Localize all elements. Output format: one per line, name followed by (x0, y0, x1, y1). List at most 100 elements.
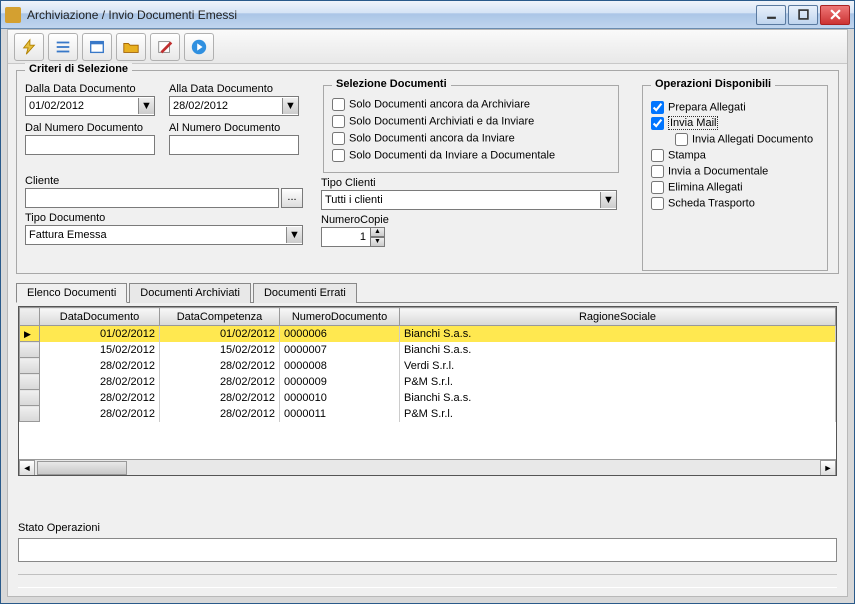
cell-ragione: Bianchi S.a.s. (400, 390, 836, 406)
tipo-documento-select[interactable]: Fattura Emessa ▼ (25, 225, 303, 245)
row-header[interactable] (20, 390, 40, 406)
toolbar-edit-icon[interactable] (150, 33, 180, 61)
cell-ragione: Bianchi S.a.s. (400, 326, 836, 342)
table-row[interactable]: 28/02/201228/02/20120000009P&M S.r.l. (20, 374, 836, 390)
cell-num-doc: 0000008 (280, 358, 400, 374)
chk-invia-allegati-doc[interactable]: Invia Allegati Documento (675, 133, 819, 146)
documents-grid[interactable]: DataDocumento DataCompetenza NumeroDocum… (18, 306, 837, 476)
row-header[interactable] (20, 342, 40, 358)
stato-operazioni-box (18, 538, 837, 562)
dropdown-icon[interactable]: ▼ (600, 192, 616, 208)
numero-copie-spinner[interactable]: ▲▼ (321, 227, 621, 247)
row-header[interactable] (20, 374, 40, 390)
scroll-thumb[interactable] (37, 461, 127, 475)
close-button[interactable] (820, 5, 850, 25)
scroll-left-icon[interactable]: ◄ (19, 460, 35, 476)
cell-data-doc: 28/02/2012 (40, 406, 160, 422)
app-icon (5, 7, 21, 23)
table-row[interactable]: 15/02/201215/02/20120000007Bianchi S.a.s… (20, 342, 836, 358)
table-row[interactable]: 28/02/201228/02/20120000008Verdi S.r.l. (20, 358, 836, 374)
tipo-clienti-select[interactable]: Tutti i clienti ▼ (321, 190, 617, 210)
toolbar-lightning-icon[interactable] (14, 33, 44, 61)
spinner-up-icon[interactable]: ▲ (371, 227, 385, 237)
chk-archiviati-inviare[interactable]: Solo Documenti Archiviati e da Inviare (332, 115, 610, 128)
table-row[interactable]: 28/02/201228/02/20120000011P&M S.r.l. (20, 406, 836, 422)
footer-divider (18, 574, 837, 588)
tab-elenco-documenti[interactable]: Elenco Documenti (16, 283, 127, 303)
table-row[interactable]: 01/02/201201/02/20120000006Bianchi S.a.s… (20, 326, 836, 342)
selezione-documenti-group: Selezione Documenti Solo Documenti ancor… (323, 85, 619, 173)
scroll-right-icon[interactable]: ► (820, 460, 836, 476)
maximize-button[interactable] (788, 5, 818, 25)
cell-num-doc: 0000009 (280, 374, 400, 390)
chk-stampa[interactable]: Stampa (651, 149, 819, 162)
app-window: Archiviazione / Invio Documenti Emessi C… (0, 0, 855, 604)
numero-copie-label: NumeroCopie (321, 214, 621, 226)
alla-data-label: Alla Data Documento (169, 83, 299, 95)
al-numero-input[interactable] (169, 135, 299, 155)
toolbar-list-icon[interactable] (48, 33, 78, 61)
row-selector-header[interactable] (20, 308, 40, 326)
dalla-data-label: Dalla Data Documento (25, 83, 155, 95)
cliente-input[interactable] (25, 188, 279, 208)
dalla-data-input[interactable]: 01/02/2012 ▼ (25, 96, 155, 116)
row-header[interactable] (20, 406, 40, 422)
table-row[interactable]: 28/02/201228/02/20120000010Bianchi S.a.s… (20, 390, 836, 406)
tab-documenti-archiviati[interactable]: Documenti Archiviati (129, 283, 251, 303)
dal-numero-input[interactable] (25, 135, 155, 155)
alla-data-input[interactable]: 28/02/2012 ▼ (169, 96, 299, 116)
cell-num-doc: 0000007 (280, 342, 400, 358)
chk-invia-documentale[interactable]: Invia a Documentale (651, 165, 819, 178)
operazioni-disponibili-group: Operazioni Disponibili Prepara Allegati … (642, 85, 828, 271)
spinner-down-icon[interactable]: ▼ (371, 237, 385, 247)
cliente-label: Cliente (25, 175, 315, 187)
cell-num-doc: 0000010 (280, 390, 400, 406)
toolbar-folder-icon[interactable] (116, 33, 146, 61)
operazioni-legend: Operazioni Disponibili (651, 78, 775, 90)
titlebar: Archiviazione / Invio Documenti Emessi (1, 1, 854, 29)
criteri-legend: Criteri di Selezione (25, 63, 132, 75)
col-numero-documento[interactable]: NumeroDocumento (280, 308, 400, 326)
cell-data-comp: 28/02/2012 (160, 374, 280, 390)
col-data-competenza[interactable]: DataCompetenza (160, 308, 280, 326)
row-header[interactable] (20, 326, 40, 342)
chk-prepara-allegati[interactable]: Prepara Allegati (651, 101, 819, 114)
chk-invia-mail[interactable]: Invia Mail (651, 117, 819, 130)
stato-operazioni-label: Stato Operazioni (18, 522, 837, 534)
chk-elimina-allegati[interactable]: Elimina Allegati (651, 181, 819, 194)
col-ragione-sociale[interactable]: RagioneSociale (400, 308, 836, 326)
cell-data-doc: 01/02/2012 (40, 326, 160, 342)
cell-ragione: Verdi S.r.l. (400, 358, 836, 374)
col-data-documento[interactable]: DataDocumento (40, 308, 160, 326)
cell-data-comp: 28/02/2012 (160, 358, 280, 374)
window-title: Archiviazione / Invio Documenti Emessi (27, 8, 754, 22)
cell-data-doc: 28/02/2012 (40, 390, 160, 406)
horizontal-scrollbar[interactable]: ◄ ► (19, 459, 836, 475)
cell-num-doc: 0000011 (280, 406, 400, 422)
dropdown-icon[interactable]: ▼ (282, 98, 298, 114)
cliente-lookup-button[interactable]: ... (281, 188, 303, 208)
stato-operazioni-section: Stato Operazioni (18, 522, 837, 562)
cell-ragione: P&M S.r.l. (400, 406, 836, 422)
cell-ragione: P&M S.r.l. (400, 374, 836, 390)
chk-solo-archiviare[interactable]: Solo Documenti ancora da Archiviare (332, 98, 610, 111)
al-numero-label: Al Numero Documento (169, 122, 299, 134)
chk-solo-inviare[interactable]: Solo Documenti ancora da Inviare (332, 132, 610, 145)
toolbar-play-icon[interactable] (184, 33, 214, 61)
criteri-selezione-group: Criteri di Selezione Dalla Data Document… (16, 70, 839, 274)
tipo-clienti-label: Tipo Clienti (321, 177, 621, 189)
tab-strip: Elenco Documenti Documenti Archiviati Do… (16, 282, 839, 303)
toolbar-window-icon[interactable] (82, 33, 112, 61)
chk-scheda-trasporto[interactable]: Scheda Trasporto (651, 197, 819, 210)
dal-numero-label: Dal Numero Documento (25, 122, 155, 134)
cell-data-doc: 15/02/2012 (40, 342, 160, 358)
cell-data-comp: 15/02/2012 (160, 342, 280, 358)
dropdown-icon[interactable]: ▼ (138, 98, 154, 114)
cell-data-doc: 28/02/2012 (40, 374, 160, 390)
row-header[interactable] (20, 358, 40, 374)
dropdown-icon[interactable]: ▼ (286, 227, 302, 243)
content-panel: Criteri di Selezione Dalla Data Document… (7, 29, 848, 597)
minimize-button[interactable] (756, 5, 786, 25)
chk-inviare-documentale[interactable]: Solo Documenti da Inviare a Documentale (332, 149, 610, 162)
tab-documenti-errati[interactable]: Documenti Errati (253, 283, 357, 303)
